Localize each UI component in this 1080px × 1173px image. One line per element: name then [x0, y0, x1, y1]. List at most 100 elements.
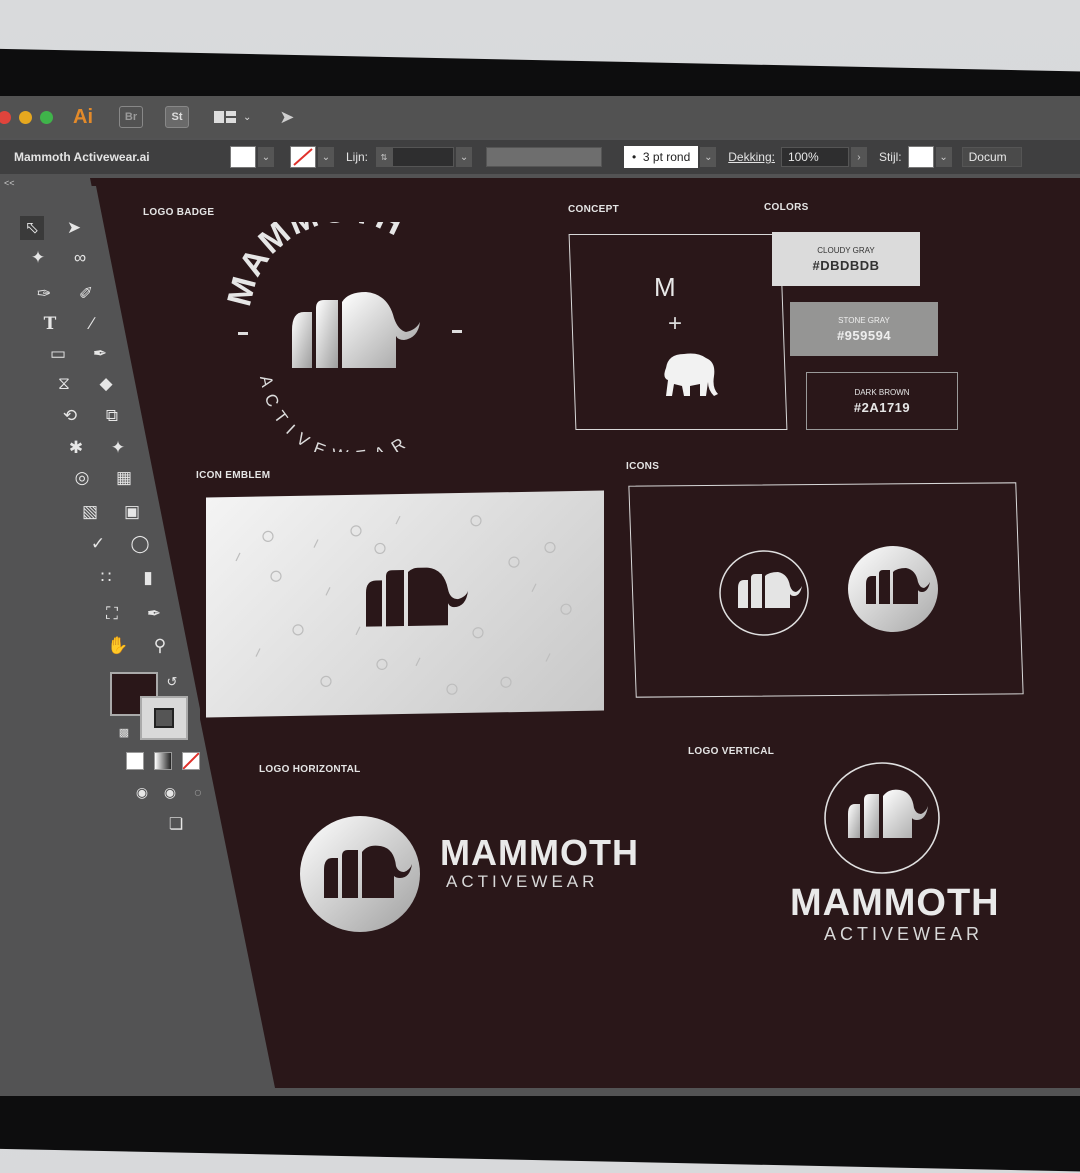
eyedropper-tool-icon[interactable]: ✓	[86, 532, 110, 556]
vertical-wordmark: MAMMOTH	[790, 882, 1000, 924]
shaper-tool-icon[interactable]: ⧖	[52, 372, 76, 396]
outline-circle-icon	[719, 550, 809, 636]
stroke-weight-dropdown[interactable]: ⌄	[456, 147, 473, 167]
icon-emblem-label: ICON EMBLEM	[196, 470, 271, 481]
opacity-label: Dekking:	[728, 150, 775, 164]
puppet-warp-tool-icon[interactable]: ✦	[106, 436, 130, 460]
mesh-tool-icon[interactable]: ▧	[78, 500, 102, 524]
rectangle-tool-icon[interactable]: ▭	[46, 342, 70, 366]
opacity-dropdown[interactable]: ›	[850, 147, 867, 167]
emblem-mammoth-icon	[366, 567, 468, 627]
rocket-icon[interactable]: ➤	[279, 107, 294, 128]
brush-dropdown[interactable]: ⌄	[700, 147, 717, 167]
horizontal-logo-mark-icon	[300, 816, 420, 932]
swatch-cloudy-gray: CLOUDY GRAY #DBDBDB	[772, 232, 920, 286]
style-dropdown[interactable]: ⌄	[935, 147, 952, 167]
mammoth-mark-icon	[292, 292, 420, 368]
app-logo: Ai	[73, 105, 93, 128]
control-bar: Mammoth Activewear.ai ⌄ ⌄ Lijn: ⇅ ⌄ • 3 …	[0, 140, 1080, 174]
logo-badge: MAMMOTH ACTIVEWEAR	[220, 222, 462, 452]
logo-horizontal-label: LOGO HORIZONTAL	[259, 764, 361, 775]
color-mode-button[interactable]	[126, 752, 144, 770]
swatch-hex: #2A1719	[853, 399, 911, 415]
horizontal-subtitle: ACTIVEWEAR	[446, 872, 599, 891]
filled-circle-icon	[848, 546, 938, 632]
draw-inside-icon[interactable]: ○	[186, 780, 210, 804]
close-window-icon[interactable]	[0, 110, 11, 124]
swatch-dark-brown: DARK BROWN #2A1719	[806, 372, 958, 430]
style-swatch[interactable]	[907, 146, 934, 168]
swap-colors-icon[interactable]: ↺	[160, 670, 184, 694]
icon-emblem-card	[206, 490, 604, 718]
document-name: Mammoth Activewear.ai	[14, 150, 150, 164]
screen-mode-icon[interactable]: ❏	[164, 812, 188, 836]
chevron-down-icon: ⌄	[243, 111, 252, 123]
curvature-tool-icon[interactable]: ✐	[74, 282, 98, 306]
none-mode-button[interactable]	[182, 752, 200, 770]
draw-normal-icon[interactable]: ◉	[130, 780, 154, 804]
stroke-weight-field[interactable]	[392, 147, 455, 167]
workspace-layout-icon[interactable]: ⌄	[213, 109, 251, 125]
logo-vertical-label: LOGO VERTICAL	[688, 746, 775, 757]
pen-tool-icon[interactable]: ✑	[32, 282, 56, 306]
mammoth-silhouette-icon	[664, 353, 718, 396]
swatch-name: DARK BROWN	[854, 387, 910, 397]
fill-swatch[interactable]	[230, 146, 256, 168]
column-graph-tool-icon[interactable]: ▮	[136, 566, 160, 590]
logo-badge-label: LOGO BADGE	[143, 207, 215, 218]
icons-label: ICONS	[626, 461, 660, 472]
variable-width-field[interactable]	[486, 147, 603, 167]
document-setup-button[interactable]: Docum	[961, 147, 1022, 167]
badge-arc-title: MAMMOTH	[220, 222, 410, 310]
slice-tool-icon[interactable]: ✒	[142, 602, 166, 626]
app-bar: Ai Br St ⌄ ➤	[0, 96, 1080, 138]
minimize-window-icon[interactable]	[19, 110, 32, 124]
artboard-tool-icon[interactable]: ⛶	[100, 602, 124, 626]
shape-builder-tool-icon[interactable]: ◎	[70, 466, 94, 490]
width-tool-icon[interactable]: ✱	[64, 436, 88, 460]
selection-tool-icon[interactable]: ⬁	[20, 216, 44, 240]
line-tool-icon[interactable]: ∕	[80, 312, 104, 336]
direct-selection-tool-icon[interactable]: ➤	[62, 216, 86, 240]
stroke-color-swatch[interactable]	[140, 696, 188, 740]
badge-arc-subtitle: ACTIVEWEAR	[256, 374, 416, 452]
panel-collapse-button[interactable]: <<	[4, 178, 94, 192]
paintbrush-tool-icon[interactable]: ✒	[88, 342, 112, 366]
concept-letter: M	[654, 272, 676, 302]
perspective-grid-tool-icon[interactable]: ▦	[112, 466, 136, 490]
style-label: Stijl:	[878, 150, 902, 164]
icons-frame	[628, 482, 1024, 698]
vertical-logo-mark-icon	[824, 762, 940, 874]
swatch-name: CLOUDY GRAY	[817, 245, 875, 255]
eraser-tool-icon[interactable]: ◆	[94, 372, 118, 396]
horizontal-wordmark: MAMMOTH	[440, 832, 639, 873]
maximize-window-icon[interactable]	[40, 110, 53, 124]
swatch-stone-gray: STONE GRAY #959594	[790, 302, 938, 356]
swatch-name: STONE GRAY	[838, 315, 890, 325]
blend-tool-icon[interactable]: ◯	[128, 532, 152, 556]
fill-dropdown[interactable]: ⌄	[258, 147, 274, 167]
brush-definition[interactable]: • 3 pt rond	[624, 146, 699, 168]
type-tool-icon[interactable]: T	[38, 312, 62, 336]
stock-app-icon[interactable]: St	[165, 106, 189, 128]
rotate-tool-icon[interactable]: ⟲	[58, 404, 82, 428]
swatch-hex: #DBDBDB	[812, 257, 880, 273]
gradient-tool-icon[interactable]: ▣	[120, 500, 144, 524]
magic-wand-tool-icon[interactable]: ✦	[26, 246, 50, 270]
scale-tool-icon[interactable]: ⧉	[100, 404, 124, 428]
gradient-mode-button[interactable]	[154, 752, 172, 770]
stroke-dropdown[interactable]: ⌄	[318, 147, 334, 167]
concept-label: CONCEPT	[568, 204, 619, 215]
opacity-field[interactable]: 100%	[780, 147, 849, 167]
swatch-hex: #959594	[836, 327, 892, 343]
brush-value: 3 pt rond	[642, 150, 691, 164]
zoom-tool-icon[interactable]: ⚲	[148, 634, 172, 658]
lasso-tool-icon[interactable]: ∞	[68, 246, 92, 270]
bridge-app-icon[interactable]: Br	[119, 106, 143, 128]
draw-behind-icon[interactable]: ◉	[158, 780, 182, 804]
default-colors-icon[interactable]: ▩	[112, 720, 136, 744]
symbol-sprayer-tool-icon[interactable]: ∷	[94, 566, 118, 590]
stroke-stepper[interactable]: ⇅	[376, 147, 393, 167]
stroke-swatch[interactable]	[290, 146, 316, 168]
hand-tool-icon[interactable]: ✋	[106, 634, 130, 658]
